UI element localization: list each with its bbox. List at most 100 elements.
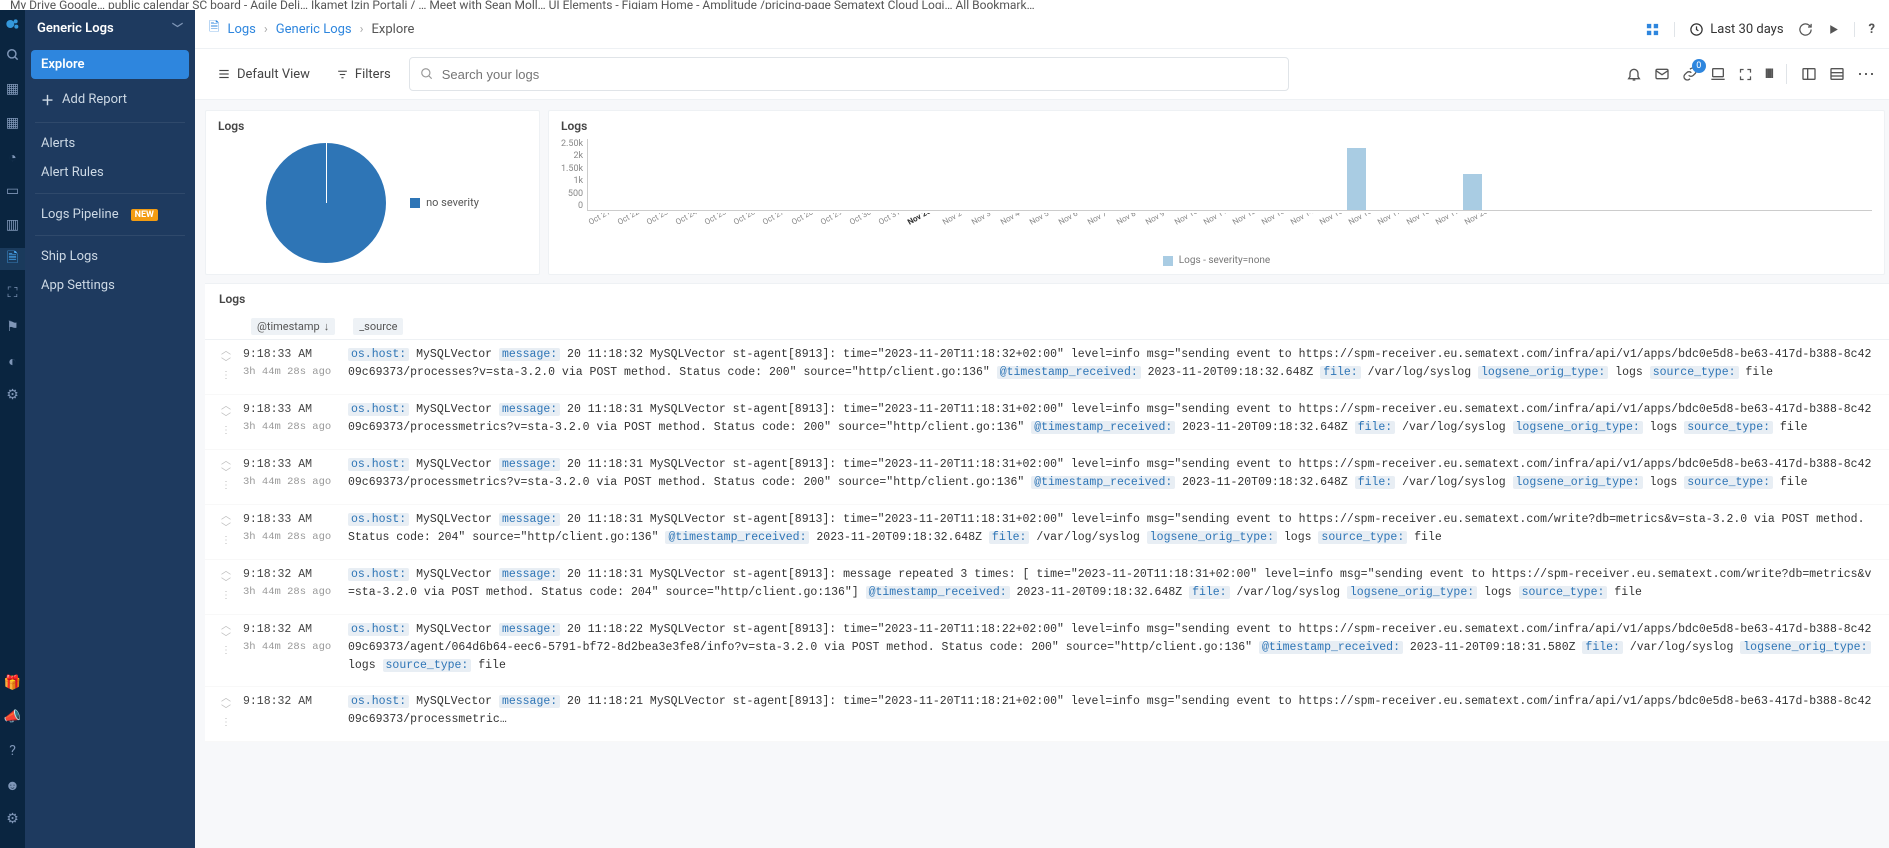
row-menu-icon[interactable]: ⋮	[221, 647, 231, 657]
log-row[interactable]: ︿﹀⋮9:18:33 AM3h 44m 28s agoos.host: MySQ…	[205, 395, 1889, 450]
expand-up-icon[interactable]: ︿	[221, 348, 231, 358]
rail-icon-6[interactable]: ⛶	[0, 282, 25, 304]
expand-up-icon[interactable]: ︿	[221, 695, 231, 705]
field-key[interactable]: @timestamp_received:	[1031, 476, 1175, 489]
sidebar-item-alerts[interactable]: Alerts	[31, 129, 189, 158]
pie-legend[interactable]: no severity	[410, 196, 479, 209]
field-key[interactable]: message:	[499, 513, 560, 526]
field-key[interactable]: message:	[499, 568, 560, 581]
row-menu-icon[interactable]: ⋮	[221, 372, 231, 382]
link-icon[interactable]: 0	[1682, 66, 1698, 82]
help-icon[interactable]: ?	[1854, 22, 1875, 37]
row-menu-icon[interactable]: ⋮	[221, 719, 231, 729]
field-key[interactable]: @timestamp_received:	[866, 586, 1010, 599]
more-icon[interactable]: ⋯	[1857, 70, 1875, 79]
field-key[interactable]: file:	[1189, 586, 1230, 599]
sidebar-item-logs-pipeline[interactable]: Logs Pipeline NEW	[31, 200, 189, 229]
sidebar-app-selector[interactable]: Generic Logs ﹀	[25, 10, 195, 46]
default-view-button[interactable]: Default View	[209, 61, 318, 88]
column-timestamp[interactable]: @timestamp ↓	[251, 318, 335, 335]
field-key[interactable]: os.host:	[348, 568, 409, 581]
breadcrumb-app[interactable]: Generic Logs	[276, 22, 352, 37]
field-key[interactable]: @timestamp_received:	[1259, 641, 1403, 654]
field-key[interactable]: os.host:	[348, 513, 409, 526]
field-key[interactable]: message:	[499, 403, 560, 416]
apps-grid-icon[interactable]	[1645, 22, 1660, 37]
gift-icon[interactable]: 🎁	[0, 672, 25, 694]
field-key[interactable]: file:	[1355, 421, 1396, 434]
histogram-bar[interactable]	[1347, 148, 1366, 210]
rail-icon-3[interactable]: ◔	[0, 146, 25, 168]
log-row[interactable]: ︿﹀⋮9:18:33 AM3h 44m 28s agoos.host: MySQ…	[205, 505, 1889, 560]
log-row[interactable]: ︿﹀⋮9:18:32 AMos.host: MySQLVector messag…	[205, 687, 1889, 742]
bell-icon[interactable]	[1626, 66, 1642, 82]
log-row[interactable]: ︿﹀⋮9:18:33 AM3h 44m 28s agoos.host: MySQ…	[205, 340, 1889, 395]
rail-icon-2[interactable]: ▦	[0, 112, 25, 134]
row-menu-icon[interactable]: ⋮	[221, 592, 231, 602]
rail-icon-7[interactable]: ⚑	[0, 316, 25, 338]
rail-icon-5[interactable]: ▥	[0, 214, 25, 236]
field-key[interactable]: os.host:	[348, 695, 409, 708]
search-bar[interactable]	[409, 57, 1289, 91]
search-input[interactable]	[442, 67, 1278, 82]
timerange-picker[interactable]: Last 30 days	[1674, 22, 1783, 37]
expand-up-icon[interactable]: ︿	[221, 458, 231, 468]
pie-chart[interactable]	[266, 143, 386, 263]
sidebar-item-alert-rules[interactable]: Alert Rules	[31, 158, 189, 187]
field-key[interactable]: message:	[499, 458, 560, 471]
settings-rail-icon[interactable]: ⚙	[0, 808, 25, 830]
field-key[interactable]: os.host:	[348, 458, 409, 471]
field-key[interactable]: os.host:	[348, 348, 409, 361]
field-key[interactable]: @timestamp_received:	[665, 531, 809, 544]
rail-icon-9[interactable]: ⚙	[0, 384, 25, 406]
field-key[interactable]: source_type:	[1684, 421, 1773, 434]
log-row[interactable]: ︿﹀⋮9:18:32 AM3h 44m 28s agoos.host: MySQ…	[205, 615, 1889, 687]
breadcrumb-logs[interactable]: Logs	[227, 22, 255, 37]
field-key[interactable]: logsene_orig_type:	[1740, 641, 1870, 654]
expand-down-icon[interactable]: ﹀	[221, 525, 231, 535]
sidebar-item-explore[interactable]: Explore	[31, 50, 189, 79]
field-key[interactable]: source_type:	[383, 659, 472, 672]
expand-up-icon[interactable]: ︿	[221, 568, 231, 578]
expand-down-icon[interactable]: ﹀	[221, 635, 231, 645]
field-key[interactable]: file:	[989, 531, 1030, 544]
app-logo[interactable]	[5, 16, 21, 32]
row-menu-icon[interactable]: ⋮	[221, 537, 231, 547]
field-key[interactable]: logsene_orig_type:	[1478, 366, 1608, 379]
field-key[interactable]: source_type:	[1684, 476, 1773, 489]
log-row[interactable]: ︿﹀⋮9:18:33 AM3h 44m 28s agoos.host: MySQ…	[205, 450, 1889, 505]
columns-icon[interactable]: IIII	[1765, 67, 1772, 82]
user-rail-icon[interactable]: ☻	[0, 774, 25, 796]
search-icon[interactable]	[0, 44, 25, 66]
sidebar-item-add-report[interactable]: ＋ Add Report	[31, 83, 189, 116]
field-key[interactable]: logsene_orig_type:	[1513, 421, 1643, 434]
table-icon[interactable]	[1829, 66, 1845, 82]
field-key[interactable]: logsene_orig_type:	[1347, 586, 1477, 599]
field-key[interactable]: file:	[1355, 476, 1396, 489]
help-rail-icon[interactable]: ?	[0, 740, 25, 762]
fullscreen-icon[interactable]	[1738, 67, 1753, 82]
field-key[interactable]: os.host:	[348, 623, 409, 636]
histogram-bars[interactable]	[587, 139, 1872, 211]
expand-down-icon[interactable]: ﹀	[221, 580, 231, 590]
field-key[interactable]: message:	[499, 623, 560, 636]
row-menu-icon[interactable]: ⋮	[221, 427, 231, 437]
expand-down-icon[interactable]: ﹀	[221, 470, 231, 480]
play-icon[interactable]	[1827, 23, 1840, 36]
field-key[interactable]: message:	[499, 348, 560, 361]
rail-icon-8[interactable]: ◐	[0, 350, 25, 372]
row-menu-icon[interactable]: ⋮	[221, 482, 231, 492]
expand-down-icon[interactable]: ﹀	[221, 360, 231, 370]
rail-icon-4[interactable]: ▭	[0, 180, 25, 202]
expand-up-icon[interactable]: ︿	[221, 403, 231, 413]
field-key[interactable]: os.host:	[348, 403, 409, 416]
field-key[interactable]: @timestamp_received:	[997, 366, 1141, 379]
mail-icon[interactable]	[1654, 66, 1670, 82]
column-source[interactable]: _source	[353, 318, 403, 335]
field-key[interactable]: logsene_orig_type:	[1513, 476, 1643, 489]
field-key[interactable]: message:	[499, 695, 560, 708]
expand-up-icon[interactable]: ︿	[221, 623, 231, 633]
field-key[interactable]: source_type:	[1519, 586, 1608, 599]
sidebar-item-ship-logs[interactable]: Ship Logs	[31, 242, 189, 271]
rail-icon-1[interactable]: ▦	[0, 78, 25, 100]
